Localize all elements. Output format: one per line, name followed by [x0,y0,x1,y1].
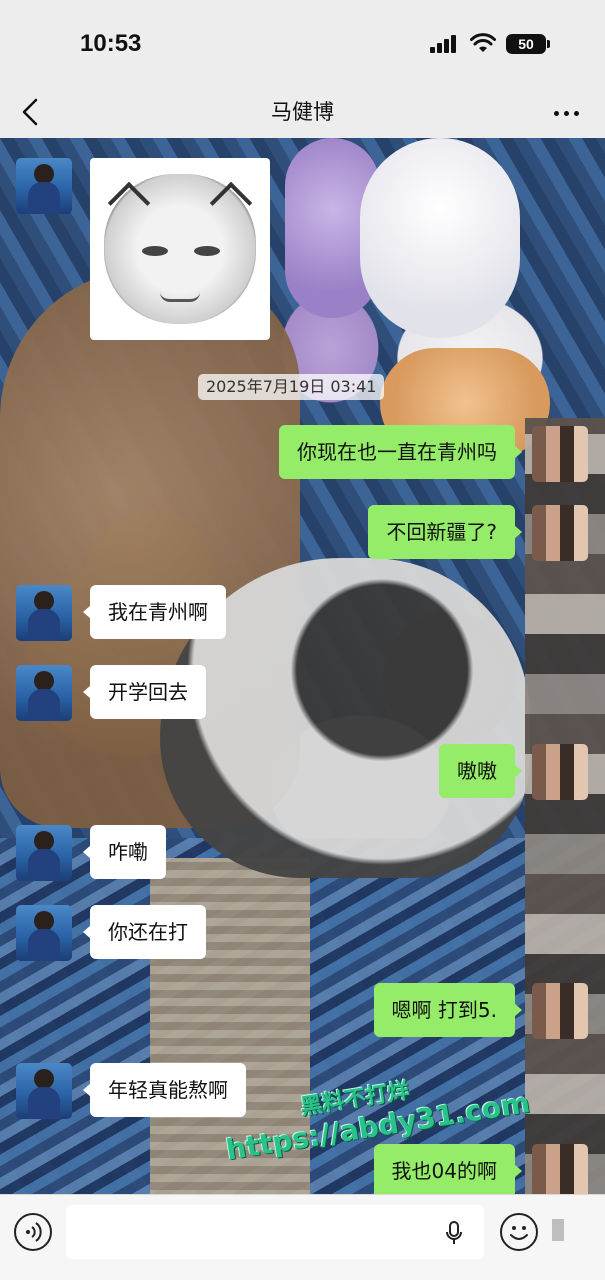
sticker-message[interactable] [90,158,270,340]
voice-input-button[interactable] [14,1213,52,1251]
self-avatar[interactable] [532,744,588,800]
message-bubble-sent[interactable]: 你现在也一直在青州吗 [279,425,522,479]
contact-avatar[interactable] [16,1063,72,1119]
message-bubble-received[interactable]: 咋嘞 [83,825,166,879]
message-bubble-received[interactable]: 开学回去 [83,665,206,719]
status-bar: 10:53 50 [0,0,605,88]
status-time: 10:53 [80,30,142,57]
message-input[interactable] [66,1205,484,1259]
cellular-signal-icon [430,35,460,53]
voice-wave-icon [26,1222,42,1242]
wifi-icon [470,33,496,52]
message-bubble-sent[interactable]: 我也04的啊 [373,1144,523,1194]
self-avatar[interactable] [532,426,588,482]
message-bubble-received[interactable]: 你还在打 [83,905,206,959]
message-bubble-sent[interactable]: 嗯啊 打到5. [373,983,523,1037]
message-bubble-received[interactable]: 我在青州啊 [83,585,226,639]
contact-avatar[interactable] [16,665,72,721]
contact-avatar[interactable] [16,585,72,641]
self-avatar[interactable] [532,505,588,561]
contact-avatar[interactable] [16,905,72,961]
more-options-button[interactable] [548,94,586,130]
input-bar [0,1194,605,1280]
self-avatar[interactable] [532,983,588,1039]
contact-avatar[interactable] [16,825,72,881]
battery-indicator: 50 [506,34,550,54]
contact-avatar[interactable] [16,158,72,214]
background-photo-pony [360,138,520,338]
emoji-button[interactable] [500,1213,538,1251]
sticker-face-image [104,174,256,324]
smiley-icon [510,1226,528,1240]
self-avatar[interactable] [532,1144,588,1194]
message-bubble-sent[interactable]: 不回新疆了? [368,505,522,559]
microphone-icon[interactable] [445,1221,463,1245]
chat-area[interactable]: 2025年7月19日 03:41 你现在也一直在青州吗 不回新疆了? 我在青州啊… [0,138,605,1194]
message-bubble-sent[interactable]: 嗷嗷 [439,744,522,798]
chat-title: 马健博 [271,100,334,124]
more-actions-button[interactable] [552,1219,564,1241]
message-timestamp: 2025年7月19日 03:41 [198,374,385,400]
nav-bar: 马健博 [0,88,605,138]
